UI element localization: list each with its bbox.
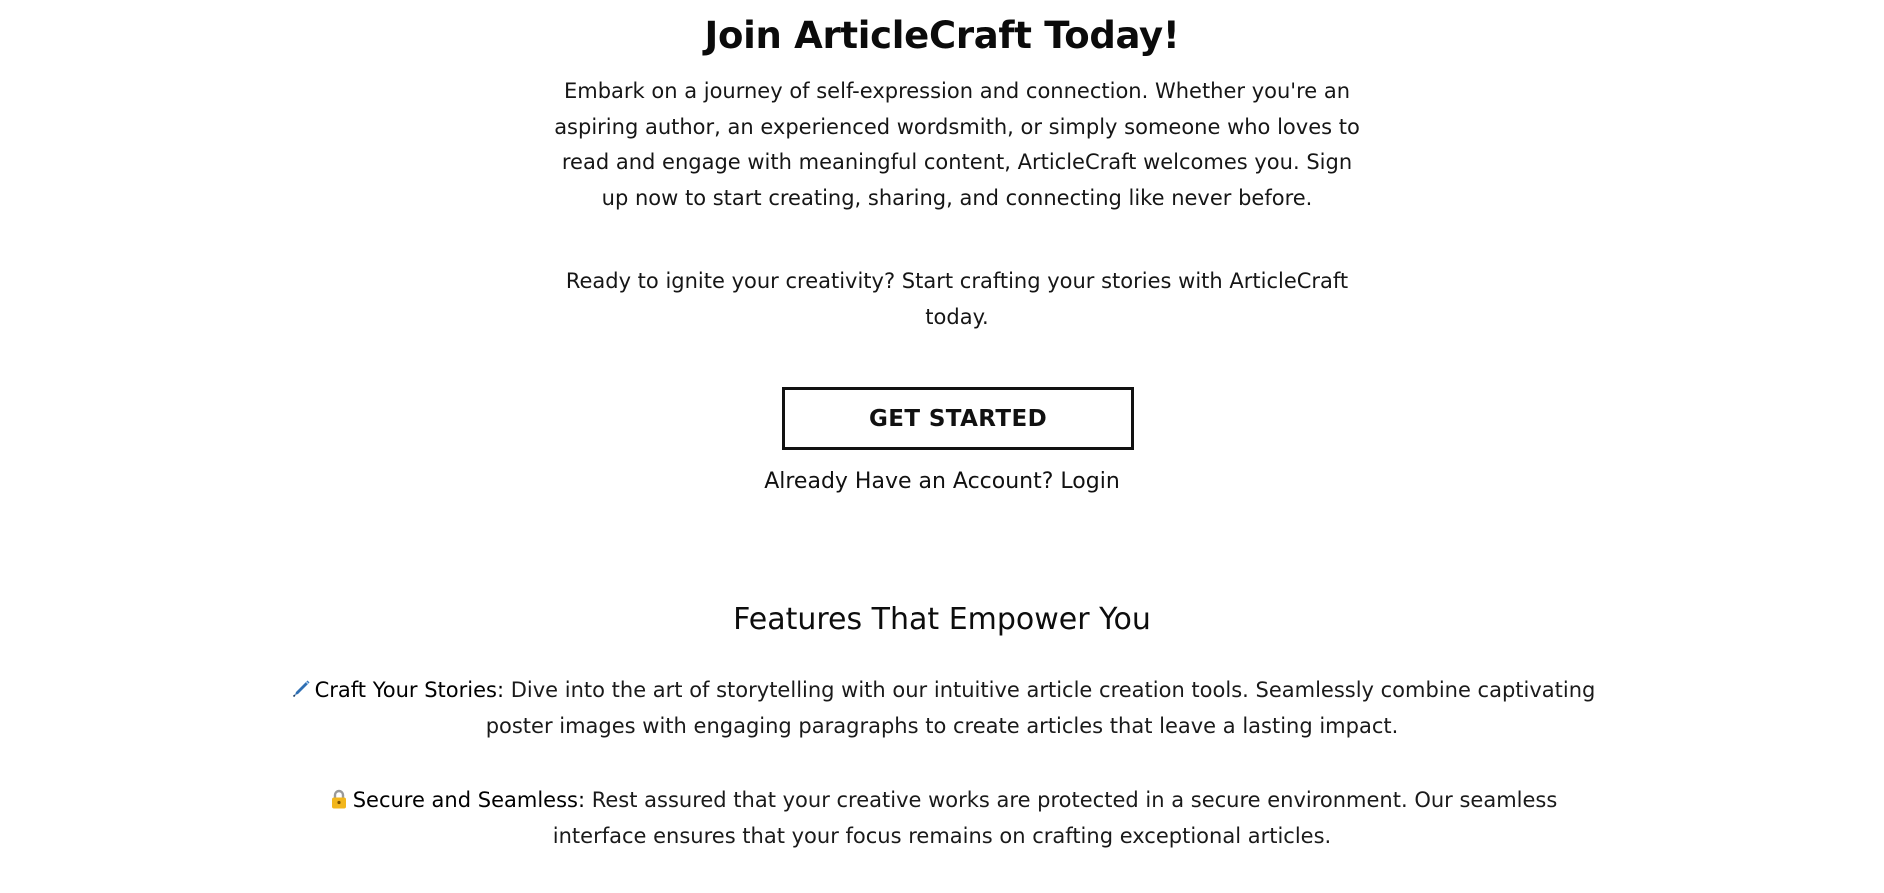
hero-title: Join ArticleCraft Today! — [704, 14, 1180, 57]
feature-item: Secure and Seamless: Rest assured that y… — [280, 783, 1604, 854]
hero-cta-paragraph: Ready to ignite your creativity? Start c… — [565, 269, 1349, 329]
feature-item: Craft Your Stories: Dive into the art of… — [280, 673, 1604, 744]
hero-lead-paragraph: Embark on a journey of self-expression a… — [554, 79, 1360, 210]
feature-text: Dive into the art of storytelling with o… — [485, 678, 1596, 738]
login-link[interactable]: Login — [1060, 469, 1119, 494]
feature-heading: Secure and Seamless: — [352, 788, 586, 812]
account-prompt-text: Already Have an Account? — [764, 469, 1054, 494]
lock-icon — [327, 787, 351, 811]
feature-heading: Craft Your Stories: — [314, 678, 505, 702]
get-started-button[interactable]: GET STARTED — [782, 387, 1134, 450]
pen-icon — [289, 677, 313, 701]
page: Join ArticleCraft Today! Embark on a jou… — [0, 0, 1884, 893]
feature-text: Rest assured that your creative works ar… — [552, 788, 1558, 848]
features-title: Features That Empower You — [733, 602, 1151, 637]
login-prompt: Already Have an Account? Login — [0, 465, 1884, 499]
